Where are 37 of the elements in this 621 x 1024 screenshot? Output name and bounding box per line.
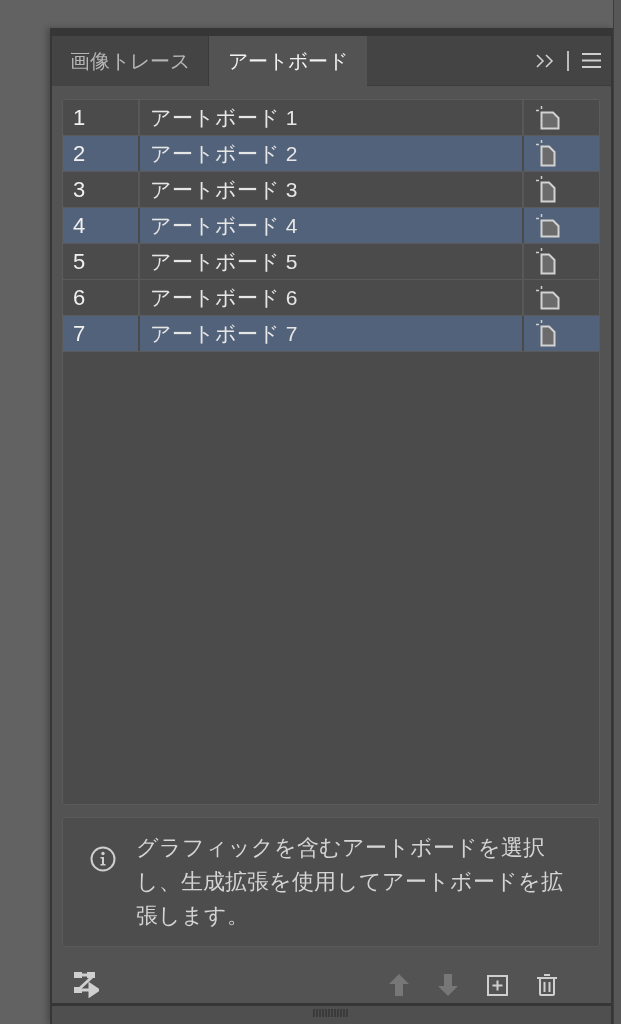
artboard-number: 6 [73, 286, 86, 309]
artboard-row[interactable]: 4 アートボード 4 [63, 208, 599, 244]
artboard-portrait-icon[interactable] [536, 248, 556, 275]
menu-icon[interactable] [582, 53, 601, 68]
info-text: グラフィックを含むアートボードを選択し、生成拡張を使用してアートボードを拡張します。 [136, 834, 564, 930]
artboard-name: アートボード 2 [150, 143, 298, 164]
artboard-row[interactable]: 6 アートボード 6 [63, 280, 599, 316]
artboard-number: 7 [73, 322, 86, 345]
artboard-number: 5 [73, 250, 86, 273]
artboard-landscape-icon[interactable] [536, 105, 560, 130]
artboard-number: 1 [73, 106, 86, 129]
artboard-number: 2 [73, 142, 86, 165]
artboard-portrait-icon[interactable] [536, 176, 556, 203]
artboard-row[interactable]: 5 アートボード 5 [63, 244, 599, 280]
info-icon [90, 846, 116, 872]
artboard-row[interactable]: 7 アートボード 7 [63, 316, 599, 352]
artboard-row[interactable]: 2 アートボード 2 [63, 136, 599, 172]
artboard-name: アートボード 3 [150, 179, 298, 200]
artboard-name: アートボード 4 [150, 215, 298, 236]
artboard-portrait-icon[interactable] [536, 140, 556, 167]
artboard-name: アートボード 6 [150, 287, 298, 308]
artboard-name: アートボード 7 [150, 323, 298, 344]
artboard-portrait-icon[interactable] [536, 320, 556, 347]
artboard-landscape-icon[interactable] [536, 285, 560, 310]
artboard-row[interactable]: 1 アートボード 1 [63, 100, 599, 136]
panel-tab[interactable]: アートボード [209, 36, 367, 86]
artboard-number: 3 [73, 178, 86, 201]
artboard-landscape-icon[interactable] [536, 213, 560, 238]
artboard-name: アートボード 1 [150, 107, 298, 128]
rearrange-icon[interactable] [74, 972, 99, 998]
artboard-name: アートボード 5 [150, 251, 298, 272]
double-chevron-icon[interactable] [536, 53, 554, 68]
artboard-number: 4 [73, 214, 86, 237]
artboard-row[interactable]: 3 アートボード 3 [63, 172, 599, 208]
plus-square-icon[interactable] [487, 974, 508, 996]
trash-icon[interactable] [537, 974, 557, 996]
panel-tab[interactable]: 画像トレース [52, 36, 209, 86]
